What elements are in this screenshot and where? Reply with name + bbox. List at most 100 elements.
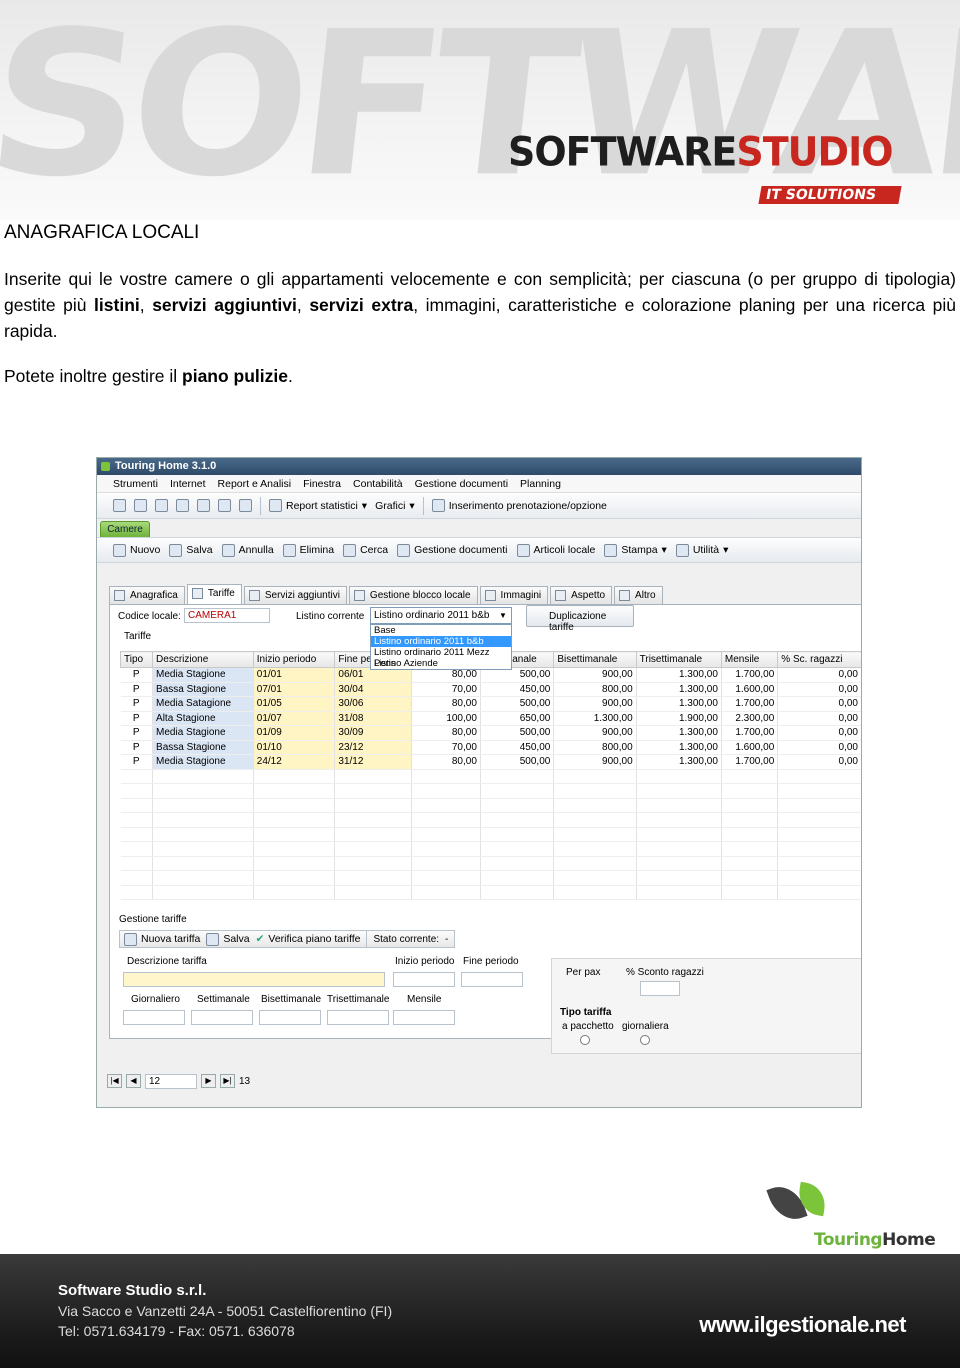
table-cell[interactable]: 1.700,00	[721, 754, 779, 770]
table-cell[interactable]: 1.600,00	[721, 740, 779, 755]
bisett-field[interactable]	[259, 1010, 321, 1025]
table-cell[interactable]: 1.900,00	[636, 711, 722, 726]
documenti-button[interactable]: Gestione documenti	[397, 543, 508, 557]
table-cell[interactable]: 1.300,00	[636, 667, 722, 683]
table-cell[interactable]: 1.300,00	[553, 711, 637, 726]
listino-select[interactable]: Listino ordinario 2011 b&b ▼	[370, 607, 512, 624]
last-icon[interactable]: ▶|	[220, 1074, 235, 1088]
sconto-field[interactable]	[640, 981, 680, 996]
gest-salva-button[interactable]: Salva	[206, 932, 250, 946]
table-cell[interactable]: 800,00	[553, 682, 637, 697]
table-cell[interactable]: 650,00	[480, 711, 555, 726]
table-cell[interactable]: 01/07	[253, 711, 336, 726]
table-cell[interactable]: 900,00	[553, 667, 637, 683]
table-cell[interactable]: 800,00	[553, 740, 637, 755]
tab-aspetto[interactable]: Aspetto	[550, 586, 613, 604]
pacchetto-radio[interactable]	[580, 1035, 590, 1045]
table-row[interactable]: P Media Stagione 24/12 31/12 80,00 500,00 900,…	[120, 754, 861, 770]
duplicazione-button[interactable]: Duplicazione tariffe	[526, 605, 634, 633]
report-button[interactable]: Report statistici ▾	[269, 499, 367, 512]
column-header[interactable]: % Sc. ragazzi	[777, 651, 861, 668]
fine-field[interactable]	[461, 972, 523, 987]
nuovo-button[interactable]: Nuovo	[113, 543, 160, 557]
table-cell[interactable]: 1.300,00	[636, 740, 722, 755]
table-cell[interactable]: 01/09	[253, 725, 336, 741]
codice-field[interactable]: CAMERA1	[184, 608, 270, 623]
table-cell[interactable]: Media Satagione	[152, 696, 254, 712]
trisett-field[interactable]	[327, 1010, 389, 1025]
tab-altro[interactable]: Altro	[614, 586, 663, 604]
tool-icon[interactable]	[155, 499, 168, 512]
prev-icon[interactable]: ◀	[126, 1074, 141, 1088]
table-cell[interactable]: P	[120, 696, 154, 712]
dropdown-option[interactable]: Listino Aziende	[371, 658, 511, 669]
table-cell[interactable]: 0,00	[777, 696, 861, 712]
tool-icon[interactable]	[239, 499, 252, 512]
tool-icon[interactable]	[197, 499, 210, 512]
column-header[interactable]: Bisettimanale	[553, 651, 637, 668]
giornaliera-radio[interactable]	[640, 1035, 650, 1045]
table-cell[interactable]: 450,00	[480, 682, 555, 697]
table-row[interactable]: P Bassa Stagione 07/01 30/04 70,00 450,00 800,…	[120, 682, 861, 697]
table-cell[interactable]: 1.700,00	[721, 725, 779, 741]
table-cell[interactable]: 0,00	[777, 740, 861, 755]
table-cell[interactable]: 0,00	[777, 682, 861, 697]
menu-contabilita[interactable]: Contabilità	[353, 478, 403, 492]
grafici-button[interactable]: Grafici ▾	[375, 500, 415, 512]
table-cell[interactable]: 900,00	[553, 696, 637, 712]
table-cell[interactable]: Media Stagione	[152, 725, 254, 741]
table-cell[interactable]: 30/09	[334, 725, 413, 741]
table-cell[interactable]: 900,00	[553, 725, 637, 741]
menu-finestra[interactable]: Finestra	[303, 478, 341, 492]
table-cell[interactable]: 07/01	[253, 682, 336, 697]
menu-report[interactable]: Report e Analisi	[218, 478, 292, 492]
table-cell[interactable]: Bassa Stagione	[152, 740, 254, 755]
table-row[interactable]: P Alta Stagione 01/07 31/08 100,00 650,00 1.30…	[120, 711, 861, 726]
table-cell[interactable]: Media Stagione	[152, 667, 254, 683]
sett-field[interactable]	[191, 1010, 253, 1025]
table-row[interactable]: P Media Satagione 01/05 30/06 80,00 500,00 900…	[120, 696, 861, 712]
mens-field[interactable]	[393, 1010, 455, 1025]
menu-strumenti[interactable]: Strumenti	[113, 478, 158, 492]
tool-icon[interactable]	[176, 499, 189, 512]
table-cell[interactable]: 1.300,00	[636, 696, 722, 712]
table-row[interactable]: P Bassa Stagione 01/10 23/12 70,00 450,00 800,…	[120, 740, 861, 755]
descr-field[interactable]	[123, 972, 385, 987]
table-cell[interactable]: 01/05	[253, 696, 336, 712]
table-cell[interactable]: 01/01	[253, 667, 336, 683]
table-cell[interactable]: 30/04	[334, 682, 413, 697]
table-cell[interactable]: 2.300,00	[721, 711, 779, 726]
articoli-button[interactable]: Articoli locale	[516, 543, 595, 557]
menu-planning[interactable]: Planning	[520, 478, 561, 492]
tab-tariffe[interactable]: Tariffe	[186, 584, 242, 604]
current-record[interactable]: 12	[145, 1073, 197, 1089]
table-cell[interactable]: 70,00	[411, 682, 481, 697]
annulla-button[interactable]: Annulla	[221, 543, 274, 557]
table-cell[interactable]: P	[120, 725, 154, 741]
column-header[interactable]: Inizio periodo	[252, 651, 336, 668]
dropdown-option-selected[interactable]: Listino ordinario 2011 b&b	[371, 636, 511, 647]
column-header[interactable]: Tipo	[119, 651, 154, 668]
table-cell[interactable]: 500,00	[480, 725, 555, 741]
website-link[interactable]: www.ilgestionale.net	[699, 1312, 906, 1338]
nuova-tariffa-button[interactable]: Nuova tariffa	[124, 932, 200, 946]
table-cell[interactable]: P	[120, 740, 154, 755]
table-cell[interactable]: 1.600,00	[721, 682, 779, 697]
menu-gestione-documenti[interactable]: Gestione documenti	[415, 478, 508, 492]
table-cell[interactable]: 1.700,00	[721, 667, 779, 683]
table-row[interactable]: P Media Stagione 01/09 30/09 80,00 500,00 900,…	[120, 725, 861, 741]
table-cell[interactable]: 1.300,00	[636, 754, 722, 770]
stato-value[interactable]: -	[445, 934, 448, 945]
tool-icon[interactable]	[218, 499, 231, 512]
gior-field[interactable]	[123, 1010, 185, 1025]
table-cell[interactable]: 70,00	[411, 740, 481, 755]
utilita-button[interactable]: Utilità ▾	[675, 543, 728, 557]
table-cell[interactable]: Bassa Stagione	[152, 682, 254, 697]
tool-icon[interactable]	[113, 499, 126, 512]
tab-servizi[interactable]: Servizi aggiuntivi	[243, 586, 347, 604]
cerca-button[interactable]: Cerca	[343, 543, 388, 557]
table-cell[interactable]: 900,00	[553, 754, 637, 770]
inserimento-button[interactable]: Inserimento prenotazione/opzione	[431, 499, 607, 512]
column-header[interactable]: Mensile	[720, 651, 779, 668]
elimina-button[interactable]: Elimina	[282, 543, 334, 557]
